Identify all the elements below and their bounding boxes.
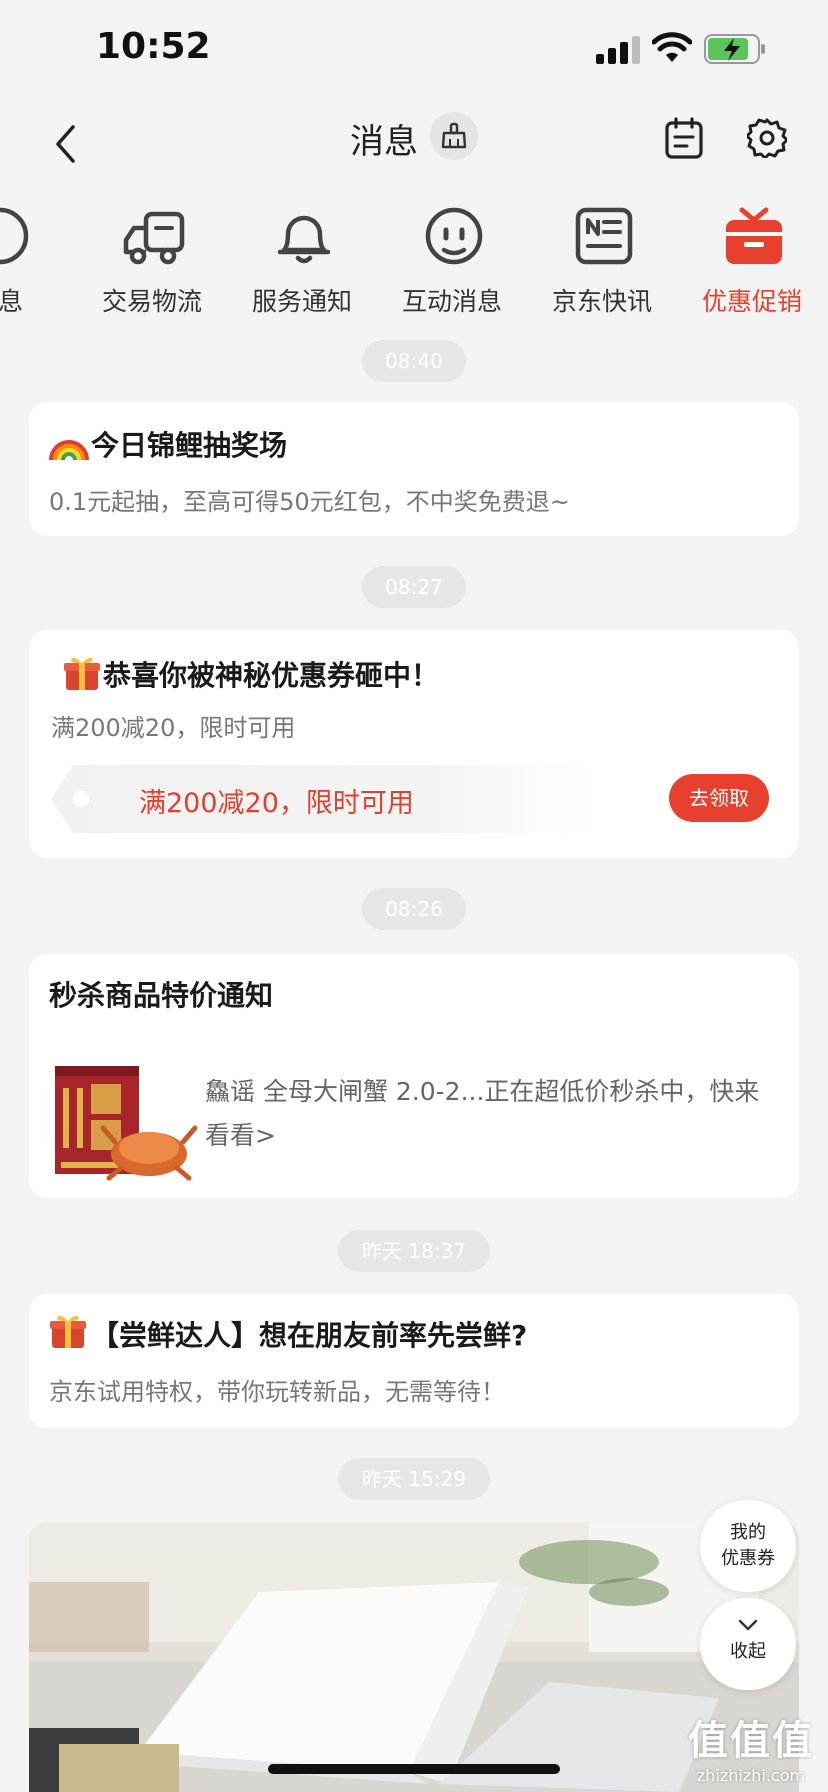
gift-box-icon [64, 657, 100, 690]
message-title: 秒杀商品特价通知 [49, 979, 274, 1012]
gear-icon [747, 118, 787, 158]
category-tabs: 消息 交易物流 服务通知 互动消息 [0, 200, 828, 320]
message-time: 08:40 [362, 340, 466, 382]
back-button[interactable] [40, 114, 90, 174]
broom-icon [441, 122, 467, 149]
battery-charging-icon [704, 34, 765, 64]
my-coupons-button[interactable]: 我的 优惠券 [700, 1500, 796, 1592]
message-body: 京东试用特权，带你玩转新品，无需等待！ [49, 1378, 505, 1406]
tab-jd-news[interactable]: 京东快讯 [532, 200, 672, 320]
message-title: 【尝鲜达人】想在朋友前率先尝鲜? [91, 1319, 528, 1352]
crab-gift-box-image [55, 1066, 198, 1181]
watermark: 值值值 zhizhizhi.com [688, 1718, 814, 1785]
message-time: 08:27 [362, 566, 466, 608]
coupon-strip: 满200减20，限时可用 [51, 765, 591, 833]
chevron-down-icon [738, 1619, 758, 1631]
message-body: 鱻谣 全母大闸蟹 2.0-2...正在超低价秒杀中，快来看看> [205, 1077, 760, 1150]
message-card-trial[interactable]: 【尝鲜达人】想在朋友前率先尝鲜? 京东试用特权，带你玩转新品，无需等待！ [29, 1294, 799, 1428]
tab-interactions[interactable]: 互动消息 [382, 200, 522, 320]
truck-icon [123, 211, 185, 265]
settings-button[interactable] [742, 112, 792, 164]
message-card-lucky-draw[interactable]: 今日锦鲤抽奖场 0.1元起抽，至高可得50元红包，不中奖免费退~ [29, 402, 799, 536]
message-time: 昨天 18:37 [338, 1230, 490, 1272]
coupon-hole [73, 791, 89, 807]
claim-coupon-button[interactable]: 去领取 [669, 774, 769, 822]
status-time: 10:52 [96, 26, 211, 67]
message-card-flash-sale[interactable]: 秒杀商品特价通知 鱻谣 全母大闸蟹 2.0-2...正在超低价秒杀中，快来看看> [29, 954, 799, 1198]
cellular-signal-icon [596, 36, 640, 64]
coupon-text: 满200减20，限时可用 [139, 788, 414, 819]
gift-box-icon [50, 1315, 86, 1348]
message-title: 恭喜你被神秘优惠券砸中！ [103, 659, 440, 692]
message-time: 昨天 15:29 [338, 1458, 490, 1500]
page-title: 消息 [350, 122, 418, 162]
rainbow-icon [49, 440, 89, 461]
wifi-icon [652, 32, 692, 62]
message-card-coupon[interactable]: 恭喜你被神秘优惠券砸中！ 满200减20，限时可用 满200减20，限时可用 去… [29, 630, 799, 858]
clear-unread-button[interactable] [430, 112, 478, 160]
tab-messages[interactable]: 消息 [0, 200, 68, 320]
calendar-icon [665, 117, 703, 159]
tab-promotions[interactable]: 优惠促销 [682, 200, 822, 320]
tab-service-notices[interactable]: 服务通知 [232, 200, 372, 320]
message-time: 08:26 [362, 888, 466, 930]
news-icon [575, 207, 633, 265]
chevron-left-icon [56, 125, 75, 163]
collapse-button[interactable]: 收起 [700, 1598, 796, 1690]
calendar-button[interactable] [660, 112, 708, 164]
message-title: 今日锦鲤抽奖场 [91, 429, 288, 462]
message-body: 0.1元起抽，至高可得50元红包，不中奖免费退~ [49, 488, 570, 516]
face-icon [425, 207, 483, 265]
home-indicator[interactable] [268, 1764, 560, 1774]
bell-icon [277, 215, 331, 264]
tab-logistics[interactable]: 交易物流 [82, 200, 222, 320]
chat-icon [0, 207, 29, 265]
gift-icon [726, 207, 782, 264]
message-body: 满200减20，限时可用 [51, 714, 296, 742]
navigation-bar: 消息 [0, 96, 828, 192]
status-bar: 10:52 [0, 0, 828, 96]
